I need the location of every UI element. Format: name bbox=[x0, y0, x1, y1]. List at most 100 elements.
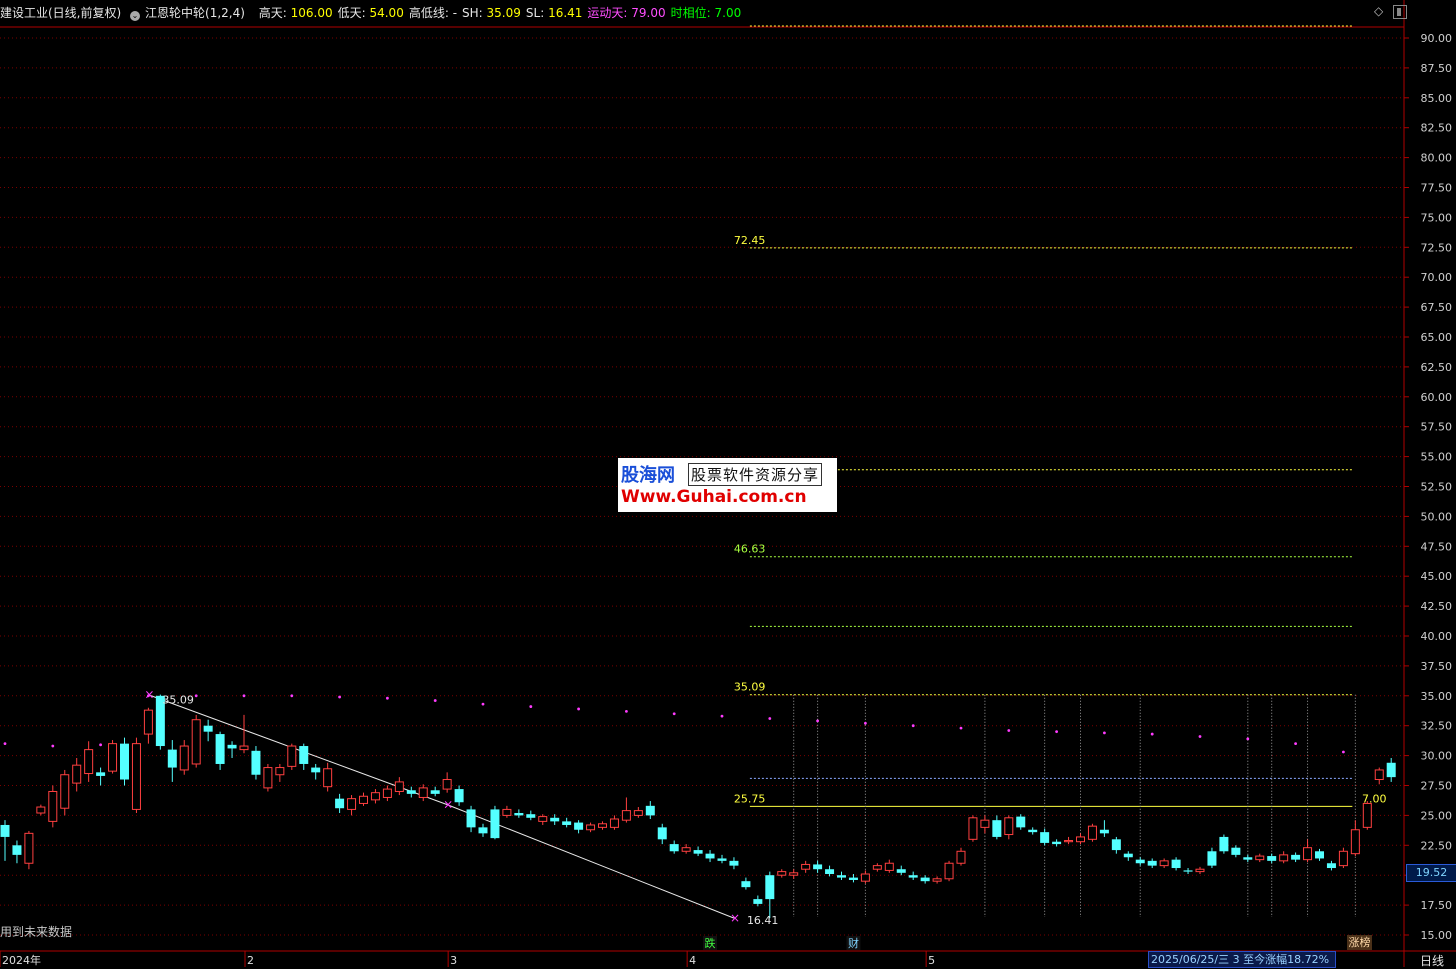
tick-label: 52.50 bbox=[1421, 481, 1453, 494]
candle bbox=[526, 810, 536, 821]
candle-body bbox=[1052, 841, 1062, 845]
candle-body bbox=[1004, 817, 1014, 836]
magenta-dot bbox=[577, 707, 580, 711]
diamond-icon[interactable]: ◇ bbox=[1374, 5, 1386, 17]
candle-body bbox=[932, 878, 942, 882]
candle bbox=[120, 737, 129, 786]
panel-toggle-icon[interactable] bbox=[1393, 5, 1407, 19]
candle-body bbox=[215, 734, 225, 764]
tick-label: 75.00 bbox=[1421, 211, 1453, 224]
candle-body bbox=[562, 821, 572, 825]
candle-body bbox=[1279, 854, 1289, 862]
magenta-dot bbox=[290, 694, 294, 698]
candle bbox=[1386, 757, 1396, 782]
candle-body bbox=[287, 745, 297, 767]
dropdown-icon[interactable]: ⌄ bbox=[130, 11, 141, 21]
candle-body bbox=[227, 744, 237, 749]
pivot-marker: × bbox=[443, 798, 453, 812]
candle-body bbox=[323, 768, 333, 788]
candle bbox=[96, 767, 106, 786]
candle bbox=[1123, 851, 1133, 861]
candle bbox=[490, 805, 500, 840]
magenta-dot bbox=[1342, 750, 1345, 754]
candle bbox=[1291, 852, 1301, 863]
candle bbox=[1111, 836, 1121, 854]
candle bbox=[263, 763, 273, 792]
indicator-name[interactable]: ⌄ 江恩轮中轮(1,2,4) bbox=[130, 6, 250, 21]
candle-body bbox=[896, 869, 906, 873]
candle-body bbox=[514, 813, 524, 816]
level-label: 25.75 bbox=[734, 792, 766, 805]
tick-label: 32.50 bbox=[1421, 720, 1453, 733]
candle-body bbox=[1303, 847, 1313, 861]
candle bbox=[299, 743, 309, 770]
candle-body bbox=[609, 818, 619, 828]
candle bbox=[1147, 858, 1157, 869]
magenta-dot bbox=[338, 695, 341, 699]
magenta-dot bbox=[1007, 729, 1011, 732]
candle-body bbox=[801, 863, 811, 870]
candle-body bbox=[645, 805, 655, 816]
candle-body bbox=[251, 750, 261, 775]
magenta-dot bbox=[1198, 735, 1202, 738]
candle bbox=[311, 763, 321, 780]
candle-body bbox=[717, 858, 727, 861]
magenta-dot bbox=[242, 694, 246, 698]
tick-label: 50.00 bbox=[1421, 510, 1453, 523]
candle-body bbox=[1291, 854, 1301, 860]
candle bbox=[167, 740, 177, 782]
candle bbox=[442, 772, 452, 793]
indicator-value: 35.09 bbox=[482, 6, 521, 20]
candle bbox=[633, 807, 643, 818]
candle bbox=[359, 792, 368, 806]
indicator-value: 106.00 bbox=[286, 6, 333, 20]
candle-body bbox=[1159, 860, 1169, 867]
candle bbox=[418, 784, 428, 802]
watermark-brand: 股海网 bbox=[621, 465, 675, 486]
candle-body bbox=[203, 725, 213, 732]
stock-title[interactable]: 建设工业(日线,前复权) bbox=[0, 6, 121, 20]
candle bbox=[203, 719, 213, 742]
candle bbox=[813, 860, 823, 873]
month-label: 2 bbox=[247, 954, 254, 967]
candle-body bbox=[502, 808, 512, 816]
candle bbox=[801, 860, 811, 873]
candle-body bbox=[1064, 840, 1074, 843]
candle bbox=[60, 769, 70, 816]
candle bbox=[1315, 848, 1324, 861]
rise-list-button[interactable]: 涨榜 bbox=[1347, 935, 1372, 950]
current-price-tag: 19.52 bbox=[1406, 864, 1456, 882]
candle-body bbox=[263, 767, 273, 789]
candle-body bbox=[621, 810, 631, 821]
tick-label: 62.50 bbox=[1421, 361, 1453, 374]
candle bbox=[335, 793, 345, 814]
candle bbox=[1279, 851, 1289, 864]
candle-body bbox=[980, 819, 990, 828]
candle bbox=[1243, 854, 1253, 863]
candle bbox=[370, 789, 380, 804]
candle-body bbox=[765, 875, 775, 900]
candle bbox=[1338, 847, 1348, 869]
candle bbox=[1004, 815, 1014, 840]
candle bbox=[1171, 857, 1181, 871]
candle-body bbox=[311, 767, 321, 773]
candle-body bbox=[586, 824, 596, 831]
period-label[interactable]: 日线 bbox=[1420, 952, 1444, 969]
magenta-dot bbox=[1055, 730, 1058, 734]
candle-body bbox=[359, 795, 368, 804]
candle bbox=[143, 707, 153, 744]
candle-body bbox=[442, 779, 452, 790]
candle bbox=[430, 786, 440, 797]
candle-body bbox=[848, 877, 858, 880]
magenta-dot bbox=[481, 702, 485, 706]
candle bbox=[860, 870, 870, 884]
indicator-key: 高天: bbox=[258, 6, 287, 20]
magenta-dot bbox=[3, 742, 7, 746]
candle bbox=[239, 714, 249, 754]
swing-high-marker: × bbox=[144, 688, 154, 702]
candle-body bbox=[24, 832, 34, 864]
candle-body bbox=[60, 774, 70, 809]
tick-label: 27.50 bbox=[1421, 780, 1453, 793]
candle-body bbox=[1183, 870, 1193, 872]
tick-label: 60.00 bbox=[1421, 391, 1453, 404]
